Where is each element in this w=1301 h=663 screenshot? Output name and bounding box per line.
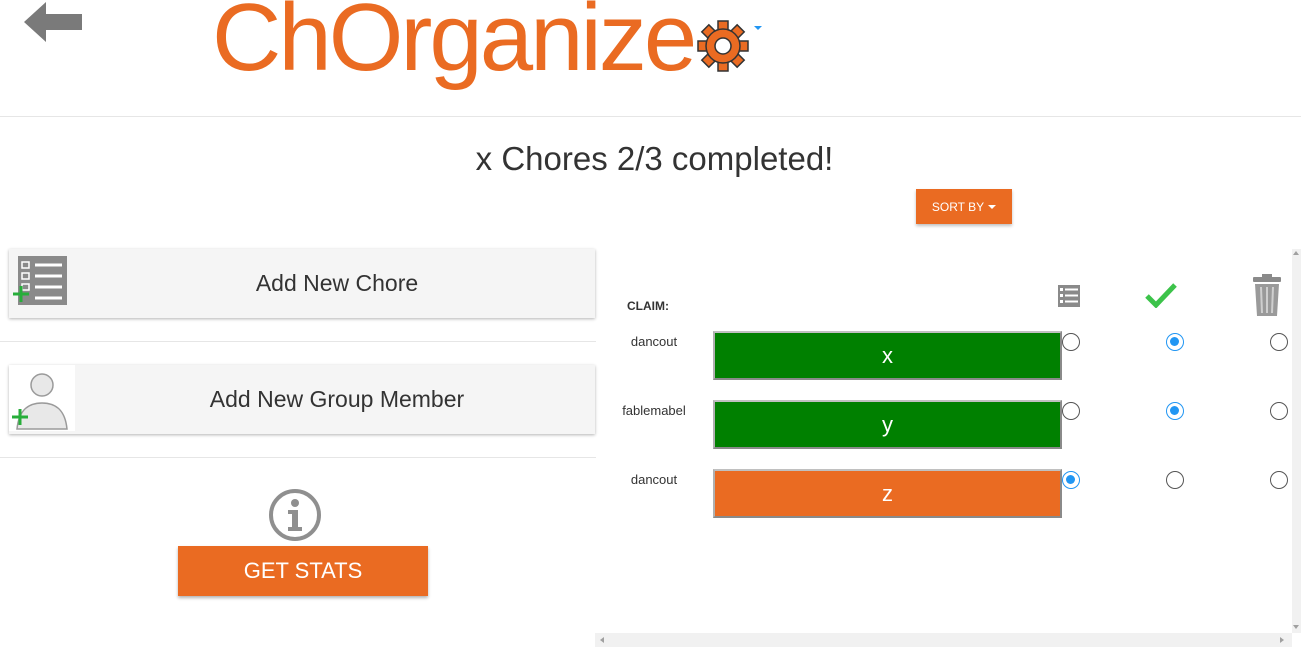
add-member-label: Add New Group Member (209, 386, 465, 412)
left-divider (0, 341, 596, 342)
chore-name: x (882, 342, 893, 368)
add-member-icon (9, 365, 75, 431)
brand-logo: ChOrganize (212, 0, 697, 91)
back-arrow-icon[interactable] (22, 0, 84, 44)
complete-radio[interactable] (1166, 471, 1184, 489)
chore-bar[interactable]: z (713, 469, 1062, 518)
chore-bar[interactable]: y (713, 400, 1062, 449)
vertical-scrollbar[interactable] (1292, 249, 1301, 633)
scroll-right-icon[interactable] (1280, 637, 1284, 643)
checkmark-icon (1145, 283, 1177, 308)
claim-radio[interactable] (1062, 402, 1080, 420)
scroll-down-icon[interactable] (1293, 625, 1299, 629)
add-chore-button[interactable]: Add New Chore (9, 249, 595, 318)
caret-down-icon (988, 204, 997, 209)
row-member-name: dancout (630, 472, 678, 487)
info-icon[interactable] (268, 488, 322, 542)
add-chore-icon (13, 256, 67, 305)
settings-dropdown-caret-icon[interactable] (754, 26, 762, 30)
get-stats-label: GET STATS (243, 558, 363, 583)
get-stats-button[interactable]: GET STATS (178, 546, 428, 596)
sort-by-label: SORT BY (931, 199, 985, 214)
delete-radio[interactable] (1270, 333, 1288, 351)
sort-by-button[interactable]: SORT BY (916, 189, 1012, 224)
checklist-icon (1058, 285, 1080, 307)
page-title: x Chores 2/3 completed! (475, 140, 834, 177)
header-divider (0, 116, 1301, 117)
claim-header: CLAIM: (627, 299, 669, 313)
app-page: ChOrganize x Chores 2/3 completed! SORT … (0, 0, 1301, 663)
complete-radio[interactable] (1166, 402, 1184, 420)
add-chore-label: Add New Chore (255, 270, 419, 296)
scroll-left-icon[interactable] (600, 637, 604, 643)
scroll-up-icon[interactable] (1293, 251, 1299, 255)
chore-name: y (882, 411, 893, 437)
delete-radio[interactable] (1270, 402, 1288, 420)
row-member-name: fablemabel (622, 403, 686, 418)
horizontal-scrollbar[interactable] (595, 633, 1292, 647)
delete-radio[interactable] (1270, 471, 1288, 489)
claim-radio[interactable] (1062, 333, 1080, 351)
add-group-member-button[interactable]: Add New Group Member (9, 365, 595, 434)
gear-icon[interactable] (697, 20, 749, 72)
trash-icon (1253, 274, 1281, 316)
row-member-name: dancout (630, 334, 678, 349)
complete-radio[interactable] (1166, 333, 1184, 351)
chore-name: z (882, 480, 893, 506)
chore-bar[interactable]: x (713, 331, 1062, 380)
claim-radio[interactable] (1062, 471, 1080, 489)
left-divider (0, 457, 596, 458)
